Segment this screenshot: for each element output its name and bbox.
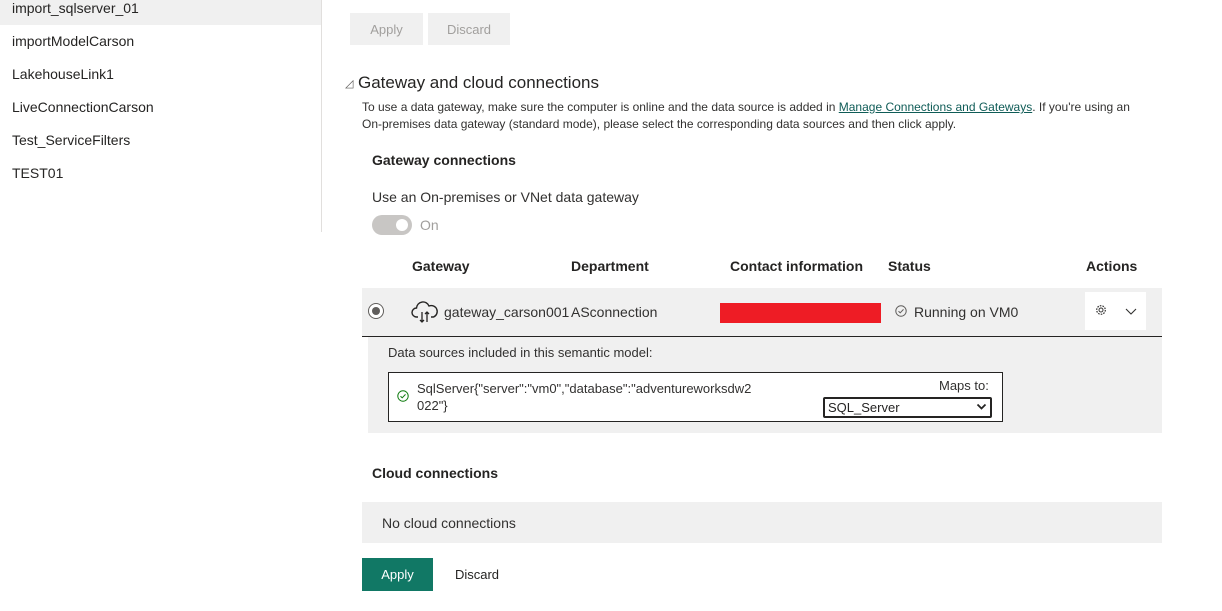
department-value: ASconnection (571, 304, 658, 320)
collapse-triangle-icon: ◿ (345, 78, 354, 90)
chevron-down-icon[interactable] (1125, 308, 1137, 316)
section-description: To use a data gateway, make sure the com… (362, 99, 1152, 133)
actions-menu[interactable] (1085, 292, 1146, 330)
sidebar-item-importmodelcarson[interactable]: importModelCarson (0, 25, 321, 58)
status-check-icon (895, 305, 907, 317)
column-header-gateway: Gateway (412, 258, 470, 274)
maps-to-selected-value: SQL_Server (828, 400, 900, 415)
status-value: Running on VM0 (914, 304, 1019, 320)
toggle-knob (396, 219, 408, 231)
description-text: To use a data gateway, make sure the com… (362, 100, 839, 114)
sidebar-item-import-sqlserver-01[interactable]: import_sqlserver_01 (0, 0, 321, 25)
datasource-name: SqlServer{"server":"vm0","database":"adv… (417, 381, 752, 413)
gear-icon[interactable] (1095, 304, 1107, 316)
apply-button-top[interactable]: Apply (350, 13, 423, 45)
redacted-contact-info (720, 303, 881, 323)
gateway-toggle[interactable] (372, 215, 412, 235)
gateway-connections-heading: Gateway connections (372, 152, 516, 168)
gateway-radio-button[interactable] (368, 303, 384, 319)
column-header-contact: Contact information (730, 258, 863, 274)
manage-connections-link[interactable]: Manage Connections and Gateways (839, 100, 1032, 114)
discard-button[interactable]: Discard (441, 558, 513, 591)
discard-button-top[interactable]: Discard (428, 13, 510, 45)
gateway-cloud-icon (411, 299, 439, 325)
section-title: Gateway and cloud connections (358, 73, 599, 92)
maps-to-label: Maps to: (939, 378, 989, 393)
sidebar-item-lakehouselink1[interactable]: LakehouseLink1 (0, 58, 321, 91)
select-chevron-icon (976, 401, 987, 413)
column-header-actions: Actions (1086, 258, 1138, 274)
gateway-name: gateway_carson001 (444, 304, 570, 320)
datasource-caption: Data sources included in this semantic m… (388, 345, 653, 360)
maps-to-select[interactable]: SQL_Server (823, 397, 992, 418)
gateway-toggle-label: Use an On-premises or VNet data gateway (372, 189, 639, 205)
radio-dot (372, 307, 380, 315)
sidebar-item-liveconnectioncarson[interactable]: LiveConnectionCarson (0, 91, 321, 124)
toggle-state-label: On (420, 217, 439, 233)
column-header-department: Department (571, 258, 649, 274)
cloud-connections-heading: Cloud connections (372, 465, 498, 481)
column-header-status: Status (888, 258, 931, 274)
datasource-check-icon (397, 390, 409, 402)
apply-button[interactable]: Apply (362, 558, 433, 591)
gateway-section-header[interactable]: ◿ Gateway and cloud connections (345, 73, 599, 93)
no-cloud-connections-message: No cloud connections (362, 502, 1162, 543)
sidebar-item-test-servicefilters[interactable]: Test_ServiceFilters (0, 124, 321, 157)
dataset-sidebar: import_sqlserver_01 importModelCarson La… (0, 0, 322, 232)
sidebar-item-test01[interactable]: TEST01 (0, 157, 321, 190)
